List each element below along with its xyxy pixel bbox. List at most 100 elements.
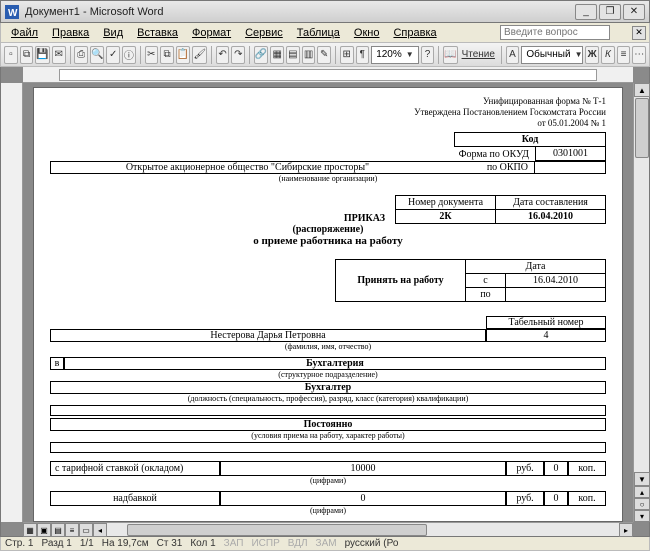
status-section: Разд 1 <box>41 538 71 549</box>
menu-edit[interactable]: Правка <box>46 25 95 41</box>
position-cell: Бухгалтер <box>50 381 606 394</box>
cut-icon[interactable]: ✂ <box>145 46 159 64</box>
title-bar: W Документ1 - Microsoft Word _ ❐ ✕ <box>0 0 650 23</box>
map-icon[interactable]: ⊞ <box>340 46 354 64</box>
nadbavka-label: надбавкой <box>50 491 220 506</box>
status-bar: Стр. 1 Разд 1 1/1 На 19,7см Ст 31 Кол 1 … <box>0 537 650 551</box>
open-icon[interactable]: ⧉ <box>20 46 34 64</box>
tab-num: 4 <box>486 329 606 342</box>
svg-text:W: W <box>8 8 18 19</box>
menu-insert[interactable]: Вставка <box>131 25 184 41</box>
status-ext[interactable]: ВДЛ <box>288 538 308 549</box>
status-pos: На 19,7см <box>102 538 149 549</box>
hscroll-thumb[interactable] <box>127 524 427 536</box>
research-icon[interactable]: ⓘ <box>122 46 136 64</box>
form-header: Унифицированная форма № Т-1 Утверждена П… <box>284 96 606 128</box>
status-fix[interactable]: ИСПР <box>251 538 279 549</box>
menu-help[interactable]: Справка <box>387 25 442 41</box>
prikaz-title: ПРИКАЗ <box>344 213 395 224</box>
preview-icon[interactable]: 🔍 <box>90 46 104 64</box>
close-button[interactable]: ✕ <box>623 4 645 20</box>
conditions-cell: Постоянно <box>50 418 606 431</box>
new-doc-icon[interactable]: ▫ <box>4 46 18 64</box>
zoom-select[interactable]: 120%▼ <box>371 46 419 64</box>
dept-note: (структурное подразделение) <box>50 370 606 379</box>
maximize-button[interactable]: ❐ <box>599 4 621 20</box>
okpo-label: по ОКПО <box>444 161 534 174</box>
salary-value: 10000 <box>220 461 506 476</box>
status-lang[interactable]: русский (Ро <box>345 538 399 549</box>
scroll-left-icon[interactable]: ◂ <box>93 523 107 537</box>
browse-object-icon[interactable]: ○ <box>634 498 650 510</box>
v-label: в <box>50 357 64 370</box>
bold-button[interactable]: Ж <box>585 46 599 64</box>
column-icon[interactable]: ▥ <box>302 46 316 64</box>
view-outline-icon[interactable]: ≡ <box>65 523 79 537</box>
style-select[interactable]: Обычный▼ <box>521 46 583 64</box>
horizontal-scrollbar[interactable]: ▦ ▣ ▤ ≡ ▭ ◂ ▸ <box>23 522 633 536</box>
menu-file[interactable]: Файл <box>5 25 44 41</box>
view-print-icon[interactable]: ▤ <box>51 523 65 537</box>
drawing-icon[interactable]: ✎ <box>317 46 331 64</box>
tab-num-h: Табельный номер <box>486 316 606 329</box>
scroll-up-icon[interactable]: ▲ <box>634 83 650 97</box>
browse-nav: ▴ ○ ▾ <box>634 486 650 522</box>
menu-format[interactable]: Формат <box>186 25 237 41</box>
save-icon[interactable]: 💾 <box>35 46 49 64</box>
italic-button[interactable]: К <box>601 46 615 64</box>
link-icon[interactable]: 🔗 <box>254 46 268 64</box>
menu-view[interactable]: Вид <box>97 25 129 41</box>
mail-icon[interactable]: ✉ <box>52 46 66 64</box>
menu-table[interactable]: Таблица <box>291 25 346 41</box>
spell-icon[interactable]: ✓ <box>106 46 120 64</box>
help-icon[interactable]: ? <box>421 46 435 64</box>
status-pages: 1/1 <box>80 538 94 549</box>
horizontal-ruler[interactable] <box>23 67 633 83</box>
scroll-thumb[interactable] <box>635 98 649 158</box>
reading-label[interactable]: Чтение <box>460 49 497 60</box>
page: Унифицированная форма № Т-1 Утверждена П… <box>33 87 623 522</box>
undo-icon[interactable]: ↶ <box>216 46 230 64</box>
okpo-cell <box>534 161 606 174</box>
view-normal-icon[interactable]: ▦ <box>23 523 37 537</box>
help-search[interactable] <box>500 25 610 40</box>
menu-tools[interactable]: Сервис <box>239 25 289 41</box>
toolbar-overflow-icon[interactable]: ⋯ <box>632 46 646 64</box>
para-icon[interactable]: ¶ <box>356 46 370 64</box>
conditions-note: (условия приема на работу, характер рабо… <box>50 431 606 440</box>
next-page-icon[interactable]: ▾ <box>634 510 650 522</box>
help-search-input[interactable] <box>500 25 610 40</box>
copy-icon[interactable]: ⧉ <box>160 46 174 64</box>
menu-window[interactable]: Окно <box>348 25 386 41</box>
nadbavka-value: 0 <box>220 491 506 506</box>
prev-page-icon[interactable]: ▴ <box>634 486 650 498</box>
vertical-scrollbar[interactable]: ▲ ▼ ▴ ○ ▾ <box>633 83 649 522</box>
align-button[interactable]: ≡ <box>617 46 631 64</box>
format-painter-icon[interactable]: 🖌 <box>192 46 207 64</box>
okud-label: Форма по ОКУД <box>455 147 536 161</box>
view-reading-icon[interactable]: ▭ <box>79 523 93 537</box>
table-icon[interactable]: ▦ <box>270 46 284 64</box>
vertical-ruler[interactable] <box>1 83 23 522</box>
org-cell: Открытое акционерное общество "Сибирские… <box>50 161 444 174</box>
status-rec[interactable]: ЗАП <box>224 538 244 549</box>
redo-icon[interactable]: ↷ <box>231 46 245 64</box>
paste-icon[interactable]: 📋 <box>176 46 190 64</box>
toolbar: ▫ ⧉ 💾 ✉ ⎙ 🔍 ✓ ⓘ ✂ ⧉ 📋 🖌 ↶ ↷ 🔗 ▦ ▤ ▥ ✎ ⊞ … <box>0 43 650 67</box>
print-icon[interactable]: ⎙ <box>74 46 88 64</box>
font-format-icon[interactable]: A <box>506 46 520 64</box>
scroll-down-icon[interactable]: ▼ <box>634 472 650 486</box>
view-web-icon[interactable]: ▣ <box>37 523 51 537</box>
nadbavka-row: надбавкой 0 руб. 0 коп. <box>50 491 606 506</box>
nadbavka-note: (цифрами) <box>50 506 606 515</box>
app-icon: W <box>5 5 19 19</box>
close-doc-button[interactable]: ✕ <box>632 26 646 40</box>
reading-icon[interactable]: 📖 <box>443 46 457 64</box>
document-area[interactable]: Унифицированная форма № Т-1 Утверждена П… <box>23 83 633 522</box>
workspace: Унифицированная форма № Т-1 Утверждена П… <box>0 67 650 537</box>
status-repl[interactable]: ЗАМ <box>316 538 337 549</box>
minimize-button[interactable]: _ <box>575 4 597 20</box>
scroll-right-icon[interactable]: ▸ <box>619 523 633 537</box>
excel-icon[interactable]: ▤ <box>286 46 300 64</box>
position-note: (должность (специальность, профессия), р… <box>50 394 606 403</box>
